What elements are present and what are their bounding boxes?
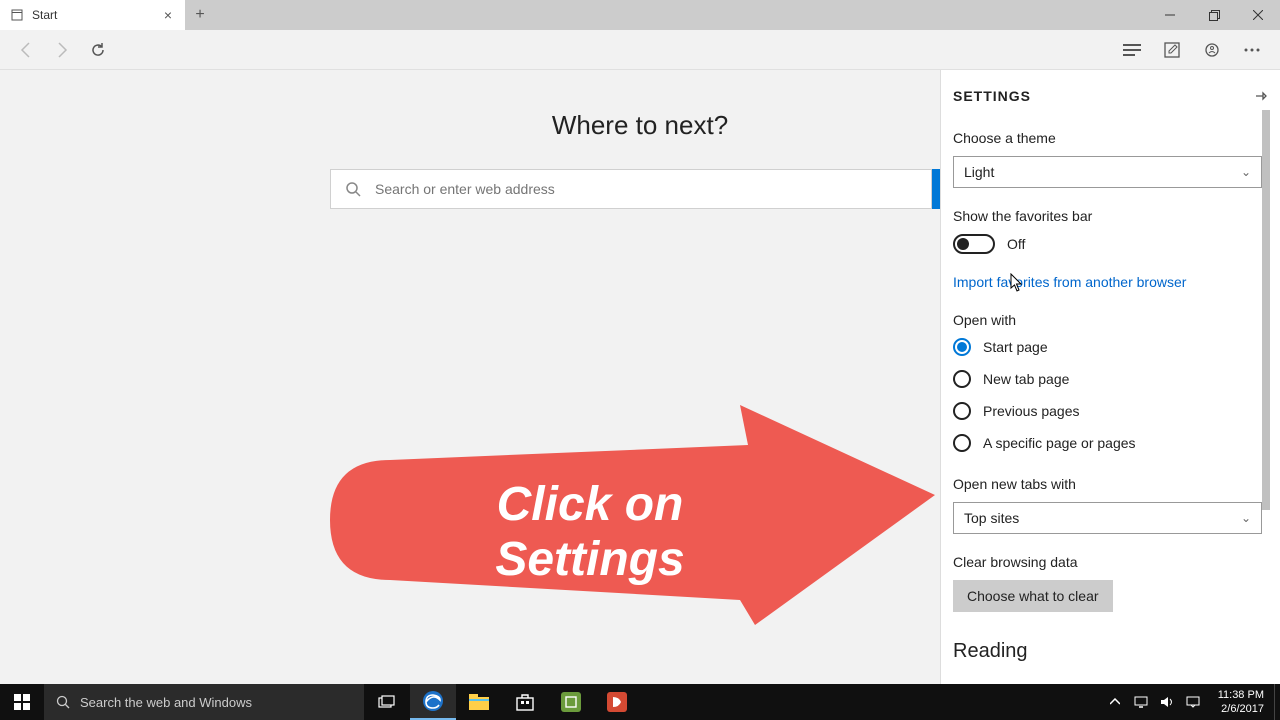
radio-start-page[interactable]: Start page: [953, 338, 1262, 356]
taskbar-app-explorer[interactable]: [456, 684, 502, 720]
import-favorites-link[interactable]: Import favorites from another browser: [953, 274, 1262, 290]
search-bar: [330, 169, 950, 209]
tab-title: Start: [32, 8, 153, 22]
taskbar-search-placeholder: Search the web and Windows: [80, 695, 352, 710]
search-icon: [56, 695, 70, 709]
chevron-down-icon: ⌄: [1241, 165, 1251, 179]
browser-toolbar: [0, 30, 1280, 70]
tray-chevron-icon[interactable]: [1106, 698, 1124, 706]
settings-title: SETTINGS: [953, 88, 1031, 104]
taskbar-search[interactable]: Search the web and Windows: [44, 684, 364, 720]
scrollbar-thumb[interactable]: [1262, 110, 1270, 510]
choose-clear-button[interactable]: Choose what to clear: [953, 580, 1113, 612]
clear-data-label: Clear browsing data: [953, 554, 1262, 570]
window-controls: [1148, 0, 1280, 30]
close-window-button[interactable]: [1236, 0, 1280, 30]
system-tray: [1100, 684, 1208, 720]
favorites-bar-label: Show the favorites bar: [953, 208, 1262, 224]
tab-bar: Start × +: [0, 0, 1280, 30]
task-view-button[interactable]: [364, 684, 410, 720]
more-button[interactable]: [1232, 32, 1272, 68]
open-new-tabs-label: Open new tabs with: [953, 476, 1262, 492]
theme-select[interactable]: Light ⌄: [953, 156, 1262, 188]
web-note-button[interactable]: [1152, 32, 1192, 68]
tray-notifications-icon[interactable]: [1184, 696, 1202, 708]
radio-new-tab-page[interactable]: New tab page: [953, 370, 1262, 388]
forward-button[interactable]: [44, 32, 80, 68]
taskbar-app-red[interactable]: [594, 684, 640, 720]
taskbar-clock[interactable]: 11:38 PM 2/6/2017: [1208, 684, 1274, 720]
close-tab-icon[interactable]: ×: [161, 7, 175, 23]
tray-network-icon[interactable]: [1132, 696, 1150, 708]
clock-date: 2/6/2017: [1218, 702, 1264, 716]
radio-specific-page[interactable]: A specific page or pages: [953, 434, 1262, 452]
settings-scrollbar[interactable]: [1262, 70, 1270, 684]
open-with-label: Open with: [953, 312, 1262, 328]
taskbar-app-edge[interactable]: [410, 684, 456, 720]
start-button[interactable]: [0, 684, 44, 720]
share-button[interactable]: [1192, 32, 1232, 68]
clock-time: 11:38 PM: [1218, 688, 1264, 702]
minimize-button[interactable]: [1148, 0, 1192, 30]
taskbar-app-green[interactable]: [548, 684, 594, 720]
maximize-button[interactable]: [1192, 0, 1236, 30]
reading-heading: Reading: [953, 640, 1262, 663]
theme-value: Light: [964, 164, 994, 180]
search-input[interactable]: [375, 181, 917, 197]
settings-panel: SETTINGS Choose a theme Light ⌄ Show the…: [940, 70, 1280, 684]
favorites-bar-state: Off: [1007, 236, 1025, 252]
open-with-radio-group: Start page New tab page Previous pages A…: [953, 338, 1262, 452]
taskbar: Search the web and Windows 11:38 PM 2/6/…: [0, 684, 1280, 720]
back-button[interactable]: [8, 32, 44, 68]
new-tab-button[interactable]: +: [185, 0, 215, 30]
show-desktop-button[interactable]: [1274, 684, 1280, 720]
open-new-tabs-value: Top sites: [964, 510, 1019, 526]
search-icon: [345, 181, 361, 197]
favorites-bar-toggle[interactable]: [953, 234, 995, 254]
browser-tab[interactable]: Start ×: [0, 0, 185, 30]
theme-label: Choose a theme: [953, 130, 1262, 146]
radio-previous-pages[interactable]: Previous pages: [953, 402, 1262, 420]
tray-volume-icon[interactable]: [1158, 696, 1176, 708]
hub-button[interactable]: [1112, 32, 1152, 68]
open-new-tabs-select[interactable]: Top sites ⌄: [953, 502, 1262, 534]
taskbar-app-store[interactable]: [502, 684, 548, 720]
refresh-button[interactable]: [80, 32, 116, 68]
page-icon: [10, 8, 24, 22]
chevron-down-icon: ⌄: [1241, 511, 1251, 525]
search-box[interactable]: [330, 169, 932, 209]
